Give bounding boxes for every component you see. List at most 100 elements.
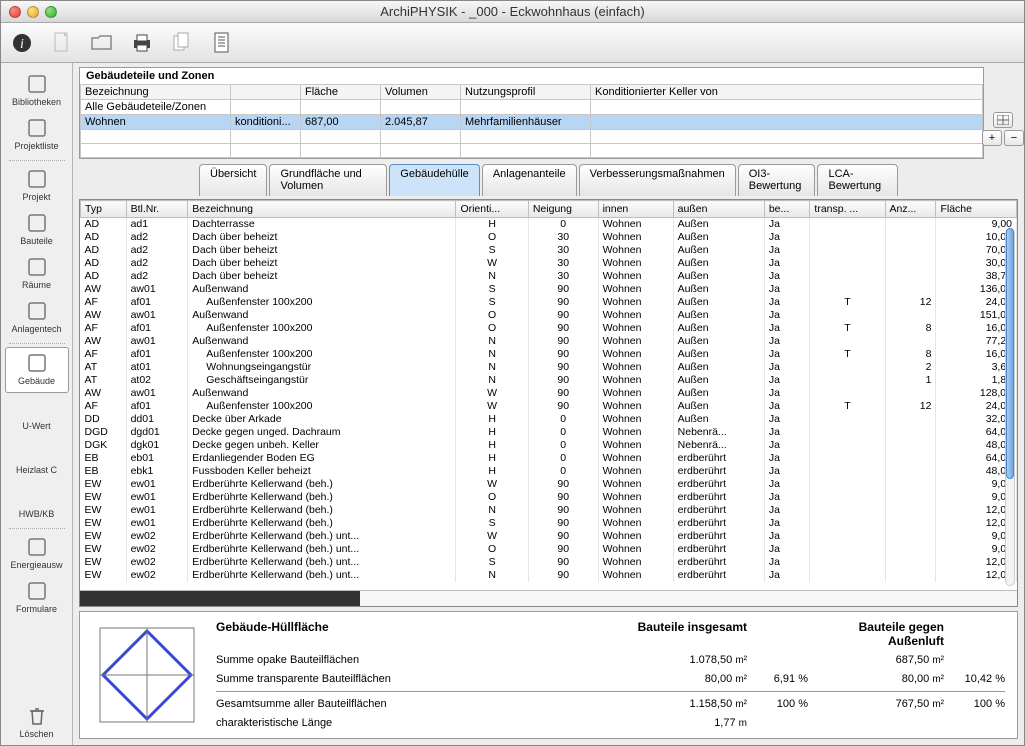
tab-5[interactable]: OI3-Bewertung [738,164,816,196]
tab-4[interactable]: Verbesserungsmaßnahmen [579,164,736,196]
components-grid-panel: TypBtl.Nr.BezeichnungOrienti...Neigungin… [79,199,1018,607]
summary-value: 80,00 m² [814,673,944,685]
sidebar-item-u-wert[interactable]: U-Wert [5,393,69,437]
zone-header[interactable]: Konditionierter Keller von [591,85,983,100]
table-row[interactable]: EBeb01Erdanliegender Boden EGH0Wohnenerd… [81,452,1017,465]
table-row[interactable]: EWew01Erdberührte Kellerwand (beh.)N90Wo… [81,504,1017,517]
table-row[interactable]: EWew02Erdberührte Kellerwand (beh.) unt.… [81,556,1017,569]
table-row[interactable]: ATat02 GeschäftseingangstürN90WohnenAuße… [81,374,1017,387]
table-row[interactable]: EWew02Erdberührte Kellerwand (beh.) unt.… [81,569,1017,582]
table-row[interactable]: ADad2Dach über beheiztO30WohnenAußenJa10… [81,231,1017,244]
summary-value: 1.078,50 m² [617,654,747,666]
table-row[interactable]: ADad2Dach über beheiztS30WohnenAußenJa70… [81,244,1017,257]
table-row[interactable]: EWew01Erdberührte Kellerwand (beh.)S90Wo… [81,517,1017,530]
table-row[interactable]: DGDdgd01Decke gegen unged. DachraumH0Woh… [81,426,1017,439]
table-row[interactable]: AWaw01AußenwandO90WohnenAußenJa151,00 [81,309,1017,322]
table-row[interactable]: ADad2Dach über beheiztW30WohnenAußenJa30… [81,257,1017,270]
sidebar-item-label: Projektliste [5,141,69,151]
zone-header[interactable]: Volumen [381,85,461,100]
table-row[interactable]: AFaf01 Außenfenster 100x200W90WohnenAuße… [81,400,1017,413]
grid-header[interactable]: Fläche [936,201,1017,218]
print-icon[interactable] [129,30,155,56]
grid-header[interactable]: Typ [81,201,127,218]
grid-header[interactable]: Anz... [885,201,936,218]
table-row[interactable]: EWew02Erdberührte Kellerwand (beh.) unt.… [81,543,1017,556]
table-row[interactable]: EWew02Erdberührte Kellerwand (beh.) unt.… [81,530,1017,543]
zone-row[interactable]: Alle Gebäudeteile/Zonen [81,100,983,115]
grid-header[interactable]: Orienti... [456,201,528,218]
grid-header[interactable]: Neigung [528,201,598,218]
zone-row[interactable]: Wohnenkonditioni...687,002.045,87Mehrfam… [81,115,983,130]
sidebar-item-label: HWB/KB [5,509,69,519]
tab-2[interactable]: Gebäudehülle [389,164,480,196]
table-row[interactable]: EWew01Erdberührte Kellerwand (beh.)W90Wo… [81,478,1017,491]
summary-value: 1,77 m [617,717,747,729]
zone-row[interactable] [81,144,983,158]
zone-header[interactable]: Nutzungsprofil [461,85,591,100]
sidebar-item-bibliotheken[interactable]: Bibliotheken [5,69,69,113]
tab-0[interactable]: Übersicht [199,164,267,196]
document-icon[interactable] [209,30,235,56]
table-row[interactable]: EWew01Erdberührte Kellerwand (beh.)O90Wo… [81,491,1017,504]
zone-row[interactable] [81,130,983,144]
sidebar-item-löschen[interactable]: Löschen [5,701,69,745]
window-title: ArchiPHYSIK - _000 - Eckwohnhaus (einfac… [1,4,1024,19]
tab-3[interactable]: Anlagenanteile [482,164,577,196]
table-row[interactable]: AWaw01AußenwandS90WohnenAußenJa136,00 [81,283,1017,296]
grid-header[interactable]: innen [598,201,673,218]
info-icon[interactable]: i [9,30,35,56]
sidebar-item-anlagentech[interactable]: Anlagentech [5,296,69,340]
grid-header[interactable]: be... [764,201,810,218]
sidebar-item-hwb/kb[interactable]: HWB/KB [5,481,69,525]
table-row[interactable]: DDdd01Decke über ArkadeH0WohnenAußenJa32… [81,413,1017,426]
table-row[interactable]: ADad1DachterrasseH0WohnenAußenJa9,00 [81,218,1017,231]
sidebar-item-räume[interactable]: Räume [5,252,69,296]
open-folder-icon[interactable] [89,30,115,56]
sidebar-item-label: Projekt [5,192,69,202]
tab-6[interactable]: LCA-Bewertung [817,164,898,196]
table-row[interactable]: ADad2Dach über beheiztN30WohnenAußenJa38… [81,270,1017,283]
new-doc-icon[interactable] [49,30,75,56]
grid-footer [80,590,1017,606]
zone-header[interactable] [231,85,301,100]
grid-header[interactable]: transp. ... [810,201,885,218]
summary-value: 767,50 m² [814,698,944,710]
sidebar-item-bauteile[interactable]: Bauteile [5,208,69,252]
summary-label: Summe transparente Bauteilflächen [216,673,611,685]
sidebar-item-formulare[interactable]: Formulare [5,576,69,620]
zone-header[interactable]: Fläche [301,85,381,100]
gear-icon [5,300,69,322]
tab-bar: ÜbersichtGrundfläche und VolumenGebäudeh… [79,163,1018,195]
table-row[interactable]: AFaf01 Außenfenster 100x200O90WohnenAuße… [81,322,1017,335]
grid-header[interactable]: außen [673,201,764,218]
grid-header[interactable]: Bezeichnung [188,201,456,218]
sidebar-item-heizlast c[interactable]: Heizlast C [5,437,69,481]
table-row[interactable]: AWaw01AußenwandN90WohnenAußenJa77,29 [81,335,1017,348]
table-row[interactable]: AWaw01AußenwandW90WohnenAußenJa128,00 [81,387,1017,400]
summary-col-outside: Bauteile gegen Außenluft [814,620,944,648]
blank-icon [5,485,69,507]
grid-icon[interactable] [993,112,1013,128]
minus-button[interactable]: − [1004,130,1024,146]
copy-icon[interactable] [169,30,195,56]
sidebar-item-energieausw[interactable]: Energieausw [5,532,69,576]
table-row[interactable]: EBebk1Fussboden Keller beheiztH0Wohnener… [81,465,1017,478]
grid-header[interactable]: Btl.Nr. [126,201,188,218]
vertical-scrollbar[interactable] [1005,228,1015,586]
sidebar: Bibliotheken Projektliste Projekt Bauteile R… [1,63,73,745]
zones-table[interactable]: Bezeichnung FlächeVolumenNutzungsprofilKo… [80,84,983,158]
table-row[interactable]: AFaf01 Außenfenster 100x200S90WohnenAuße… [81,296,1017,309]
tab-1[interactable]: Grundfläche und Volumen [269,164,387,196]
table-row[interactable]: DGKdgk01Decke gegen unbeh. KellerH0Wohne… [81,439,1017,452]
summary-pct: 100 % [950,698,1005,710]
sidebar-item-label: Bauteile [5,236,69,246]
sidebar-item-gebäude[interactable]: Gebäude [5,347,69,393]
table-row[interactable]: AFaf01 Außenfenster 100x200N90WohnenAuße… [81,348,1017,361]
plus-button[interactable]: + [982,130,1002,146]
zones-title: Gebäudeteile und Zonen [80,68,983,84]
sidebar-item-projektliste[interactable]: Projektliste [5,113,69,157]
sidebar-item-projekt[interactable]: Projekt [5,164,69,208]
zone-header[interactable]: Bezeichnung [81,85,231,100]
table-row[interactable]: ATat01 WohnungseingangstürN90WohnenAußen… [81,361,1017,374]
components-table[interactable]: TypBtl.Nr.BezeichnungOrienti...Neigungin… [80,200,1017,582]
